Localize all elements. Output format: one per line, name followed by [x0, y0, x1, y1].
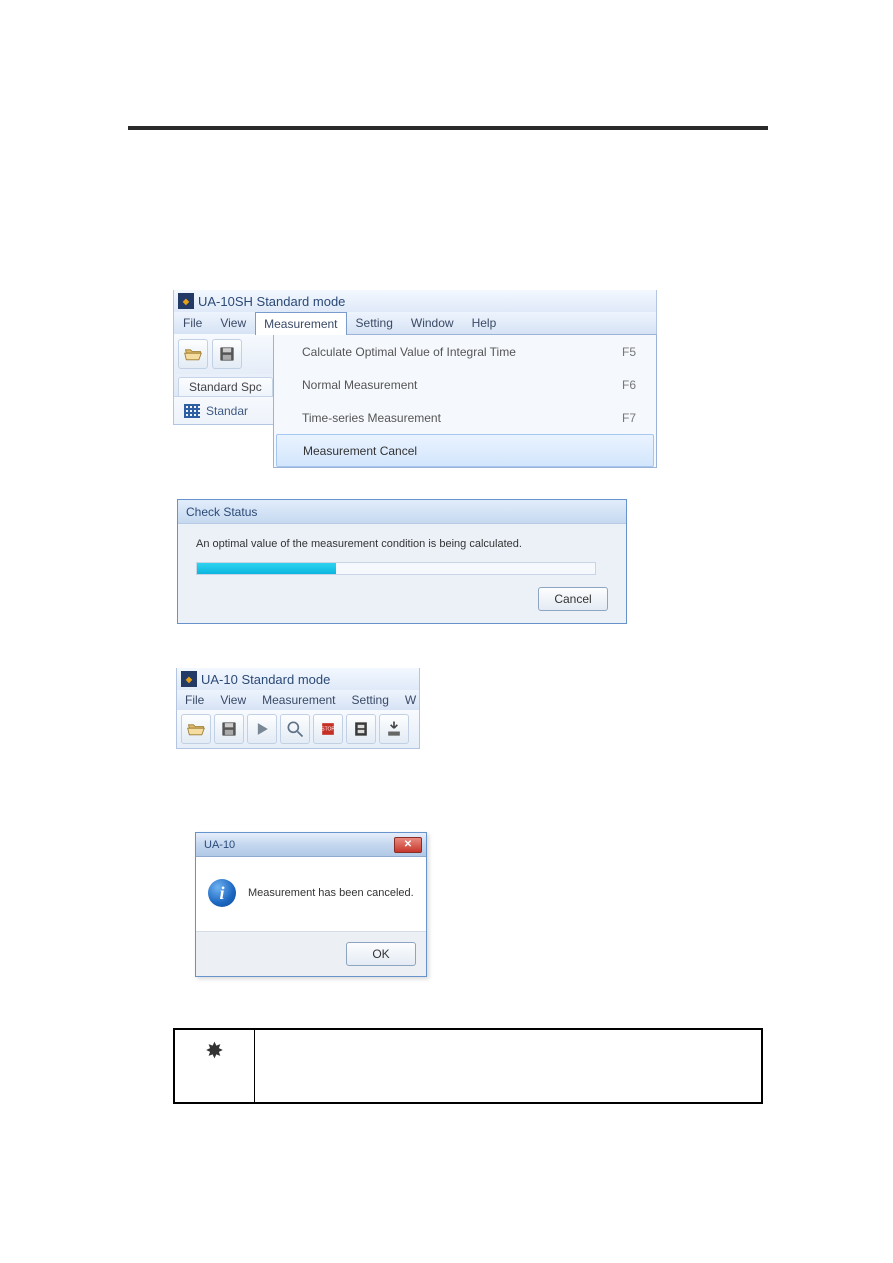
- download-button[interactable]: [379, 714, 409, 744]
- save-button[interactable]: [214, 714, 244, 744]
- dialog-title: Check Status: [178, 500, 626, 524]
- status-message: An optimal value of the measurement cond…: [196, 538, 608, 550]
- dd-item-label: Time-series Measurement: [302, 411, 441, 425]
- film-button[interactable]: [346, 714, 376, 744]
- play-button[interactable]: [247, 714, 277, 744]
- dialog-body: i Measurement has been canceled.: [196, 857, 426, 931]
- progress-fill: [197, 563, 336, 574]
- progress-bar: [196, 562, 596, 575]
- info-icon: i: [208, 879, 236, 907]
- menu-file[interactable]: File: [177, 690, 212, 710]
- app-window-ua10sh: ◆ UA-10SH Standard mode File View Measur…: [173, 290, 657, 425]
- open-button[interactable]: [178, 339, 208, 369]
- dd-measurement-cancel[interactable]: Measurement Cancel: [276, 434, 654, 467]
- toolbar: STOP: [177, 710, 419, 748]
- menu-window[interactable]: Window: [402, 312, 463, 334]
- close-button[interactable]: ✕: [394, 837, 422, 853]
- titlebar: ◆ UA-10SH Standard mode: [174, 290, 656, 312]
- message-text: Measurement has been canceled.: [248, 887, 414, 899]
- download-icon: [384, 719, 404, 739]
- grid-icon: [184, 404, 200, 418]
- dd-normal-measurement[interactable]: Normal Measurement F6: [274, 368, 656, 401]
- close-icon: ✕: [404, 839, 412, 850]
- titlebar: ◆ UA-10 Standard mode: [177, 668, 419, 690]
- folder-open-icon: [183, 344, 203, 364]
- stop-icon: STOP: [318, 719, 338, 739]
- measurement-dropdown: Calculate Optimal Value of Integral Time…: [273, 334, 657, 468]
- dd-time-series[interactable]: Time-series Measurement F7: [274, 401, 656, 434]
- app-icon: ◆: [181, 671, 197, 687]
- dd-item-shortcut: F6: [622, 378, 656, 392]
- note-table: ✸: [173, 1028, 763, 1104]
- window-title: UA-10 Standard mode: [201, 672, 330, 687]
- dd-item-label: Measurement Cancel: [303, 444, 417, 458]
- dd-item-label: Normal Measurement: [302, 378, 417, 392]
- stop-button[interactable]: STOP: [313, 714, 343, 744]
- dialog-title-text: UA-10: [204, 839, 235, 851]
- dd-item-shortcut: F5: [622, 345, 656, 359]
- menu-help[interactable]: Help: [463, 312, 506, 334]
- play-icon: [252, 719, 272, 739]
- dd-item-shortcut: F7: [622, 411, 656, 425]
- app-icon: ◆: [178, 293, 194, 309]
- menu-file[interactable]: File: [174, 312, 211, 334]
- tab-standard-spc[interactable]: Standard Spc: [178, 377, 273, 396]
- note-icon-cell: ✸: [175, 1030, 255, 1102]
- dd-item-label: Calculate Optimal Value of Integral Time: [302, 345, 516, 359]
- menubar: File View Measurement Setting W: [177, 690, 419, 710]
- menu-measurement[interactable]: Measurement: [255, 312, 346, 335]
- menu-view[interactable]: View: [212, 690, 254, 710]
- cancel-button[interactable]: Cancel: [538, 587, 608, 611]
- note-text-cell: [255, 1030, 761, 1102]
- page-divider: [128, 126, 768, 130]
- svg-text:STOP: STOP: [321, 727, 335, 733]
- dialog-buttons: Cancel: [178, 587, 626, 623]
- menu-measurement[interactable]: Measurement: [254, 690, 343, 710]
- menubar: File View Measurement Setting Window Hel…: [174, 312, 656, 334]
- film-icon: [351, 719, 371, 739]
- dialog-body: An optimal value of the measurement cond…: [178, 524, 626, 587]
- floppy-icon: [217, 344, 237, 364]
- floppy-icon: [219, 719, 239, 739]
- dd-calc-optimal[interactable]: Calculate Optimal Value of Integral Time…: [274, 335, 656, 368]
- window-title: UA-10SH Standard mode: [198, 294, 345, 309]
- menu-view[interactable]: View: [211, 312, 255, 334]
- ok-button[interactable]: OK: [346, 942, 416, 966]
- search-button[interactable]: [280, 714, 310, 744]
- magnifier-icon: [285, 719, 305, 739]
- dialog-buttons: OK: [196, 931, 426, 976]
- folder-open-icon: [186, 719, 206, 739]
- message-box: UA-10 ✕ i Measurement has been canceled.…: [195, 832, 427, 977]
- app-window-ua10: ◆ UA-10 Standard mode File View Measurem…: [176, 668, 420, 749]
- check-status-dialog: Check Status An optimal value of the mea…: [177, 499, 627, 624]
- menu-setting[interactable]: Setting: [344, 690, 397, 710]
- menu-setting[interactable]: Setting: [347, 312, 402, 334]
- menu-window[interactable]: W: [397, 690, 424, 710]
- save-button[interactable]: [212, 339, 242, 369]
- open-button[interactable]: [181, 714, 211, 744]
- starburst-icon: ✸: [205, 1038, 223, 1064]
- sub-toolbar-label: Standar: [206, 404, 248, 418]
- dialog-title: UA-10 ✕: [196, 833, 426, 857]
